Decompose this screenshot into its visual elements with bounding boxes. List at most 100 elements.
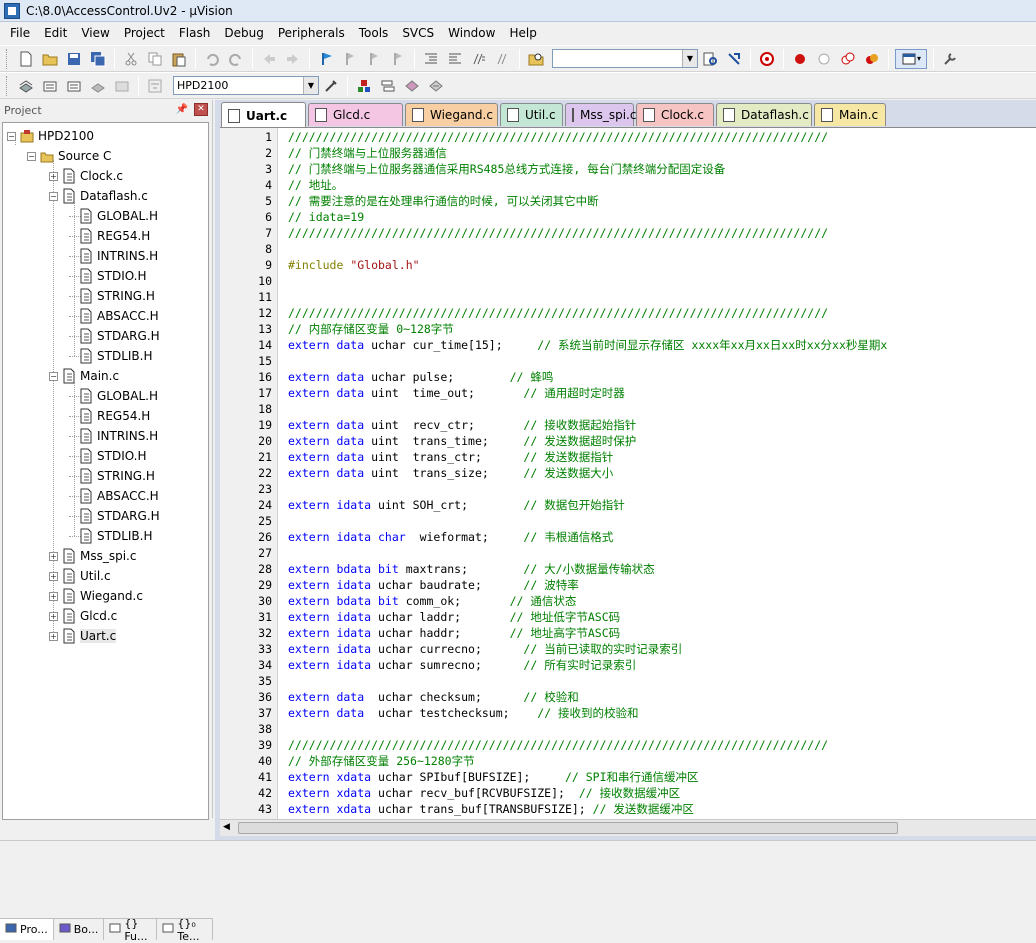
expand-icon[interactable]: + [49, 551, 58, 561]
save-icon[interactable] [64, 49, 84, 69]
tree-header-file[interactable]: GLOBAL.H [69, 386, 158, 406]
horizontal-scrollbar[interactable]: ◀ [220, 819, 1036, 836]
comment-icon[interactable] [469, 49, 489, 69]
debug-session-icon[interactable] [757, 49, 777, 69]
next-bookmark-icon[interactable] [364, 49, 384, 69]
expand-icon[interactable]: + [49, 171, 58, 181]
breakpoint-icon[interactable] [790, 49, 810, 69]
unindent-icon[interactable] [445, 49, 465, 69]
menu-view[interactable]: View [74, 22, 116, 44]
menu-svcs[interactable]: SVCS [395, 22, 441, 44]
tree-header-file[interactable]: STRING.H [69, 466, 155, 486]
rebuild-icon[interactable] [64, 76, 84, 96]
tab-wiegand-c[interactable]: Wiegand.c [405, 103, 498, 126]
window-layout-icon[interactable]: ▾ [895, 48, 927, 69]
close-icon[interactable]: ✕ [194, 103, 208, 116]
stop-build-icon[interactable] [112, 76, 132, 96]
incremental-find-icon[interactable] [724, 49, 744, 69]
uncomment-icon[interactable] [493, 49, 513, 69]
file-extensions-icon[interactable] [378, 76, 398, 96]
tree-header-file[interactable]: ABSACC.H [69, 306, 159, 326]
find-combo[interactable]: ▼ [552, 49, 698, 68]
menu-help[interactable]: Help [502, 22, 543, 44]
find-icon[interactable] [700, 49, 720, 69]
pin-icon[interactable]: 📌 [176, 104, 188, 115]
find-in-files-icon[interactable] [526, 49, 546, 69]
paste-icon[interactable] [169, 49, 189, 69]
tree-header-file[interactable]: STDLIB.H [69, 526, 152, 546]
chevron-down-icon[interactable]: ▼ [682, 50, 697, 67]
tab-glcd-c[interactable]: Glcd.c [308, 103, 403, 126]
nav-back-icon[interactable] [259, 49, 279, 69]
scrollbar-thumb[interactable] [238, 822, 898, 834]
tree-file[interactable]: + Uart.c [49, 626, 117, 646]
tree-header-file[interactable]: INTRINS.H [69, 246, 158, 266]
undo-icon[interactable] [202, 49, 222, 69]
tree-header-file[interactable]: REG54.H [69, 406, 150, 426]
prev-bookmark-icon[interactable] [340, 49, 360, 69]
tree-file[interactable]: − Main.c [49, 366, 119, 386]
menu-file[interactable]: File [3, 22, 37, 44]
multi-project-icon[interactable] [402, 76, 422, 96]
menu-peripherals[interactable]: Peripherals [271, 22, 352, 44]
chevron-down-icon[interactable]: ▼ [303, 77, 318, 94]
collapse-icon[interactable]: − [7, 131, 16, 141]
tree-header-file[interactable]: STDIO.H [69, 266, 147, 286]
manage-components-icon[interactable] [354, 76, 374, 96]
scroll-left-icon[interactable]: ◀ [223, 822, 230, 832]
new-file-icon[interactable] [16, 49, 36, 69]
translate-icon[interactable] [16, 76, 36, 96]
tab-uart-c[interactable]: Uart.c [221, 102, 306, 128]
tab-clock-c[interactable]: Clock.c [636, 103, 714, 126]
expand-icon[interactable]: + [49, 591, 58, 601]
expand-icon[interactable]: + [49, 631, 58, 641]
target-options-icon[interactable] [321, 76, 341, 96]
target-select[interactable]: HPD2100 ▼ [173, 76, 319, 95]
tree-root[interactable]: − HPD2100 [7, 126, 94, 146]
cut-icon[interactable] [121, 49, 141, 69]
download-icon[interactable] [145, 76, 165, 96]
code-editor[interactable]: 1 2 3 4 5 6 7 8 9 10 11 12 13 14 15 16 17 18 19 20 21 22 23 24 2… [220, 127, 1036, 819]
tree-file[interactable]: + Util.c [49, 566, 111, 586]
toolbar-grip[interactable] [6, 75, 10, 96]
menu-flash[interactable]: Flash [172, 22, 217, 44]
pack-installer-icon[interactable] [426, 76, 446, 96]
tree-header-file[interactable]: STRING.H [69, 286, 155, 306]
batch-build-icon[interactable] [88, 76, 108, 96]
redo-icon[interactable] [226, 49, 246, 69]
tree-file[interactable]: − Dataflash.c [49, 186, 148, 206]
tab-main-c[interactable]: Main.c [814, 103, 886, 126]
tree-header-file[interactable]: STDARG.H [69, 506, 160, 526]
kill-all-breakpoints-icon[interactable] [862, 49, 882, 69]
tab-util-c[interactable]: Util.c [500, 103, 563, 126]
tree-header-file[interactable]: GLOBAL.H [69, 206, 158, 226]
copy-icon[interactable] [145, 49, 165, 69]
tree-file[interactable]: + Mss_spi.c [49, 546, 136, 566]
collapse-icon[interactable]: − [27, 151, 36, 161]
menu-window[interactable]: Window [441, 22, 502, 44]
tree-header-file[interactable]: STDIO.H [69, 446, 147, 466]
tree-file[interactable]: + Wiegand.c [49, 586, 143, 606]
project-tab[interactable]: Pro... [0, 919, 54, 940]
indent-icon[interactable] [421, 49, 441, 69]
collapse-icon[interactable]: − [49, 191, 58, 201]
configure-icon[interactable] [940, 49, 960, 69]
bookmark-icon[interactable] [316, 49, 336, 69]
menu-edit[interactable]: Edit [37, 22, 74, 44]
tree-header-file[interactable]: ABSACC.H [69, 486, 159, 506]
tab-mss-spi-c[interactable]: Mss_spi.c [565, 103, 636, 126]
books-tab[interactable]: Bo... [54, 919, 105, 940]
tree-header-file[interactable]: REG54.H [69, 226, 150, 246]
templates-tab[interactable]: {}₀ Te... [157, 917, 213, 943]
tree-header-file[interactable]: STDARG.H [69, 326, 160, 346]
tab-dataflash-c[interactable]: Dataflash.c [716, 103, 812, 126]
tree-header-file[interactable]: STDLIB.H [69, 346, 152, 366]
toolbar-grip[interactable] [6, 48, 10, 69]
tree-header-file[interactable]: INTRINS.H [69, 426, 158, 446]
tree-group[interactable]: − Source C [27, 146, 111, 166]
open-folder-icon[interactable] [40, 49, 60, 69]
disable-breakpoint-icon[interactable] [814, 49, 834, 69]
menu-debug[interactable]: Debug [217, 22, 270, 44]
expand-icon[interactable]: + [49, 611, 58, 621]
menu-project[interactable]: Project [117, 22, 172, 44]
